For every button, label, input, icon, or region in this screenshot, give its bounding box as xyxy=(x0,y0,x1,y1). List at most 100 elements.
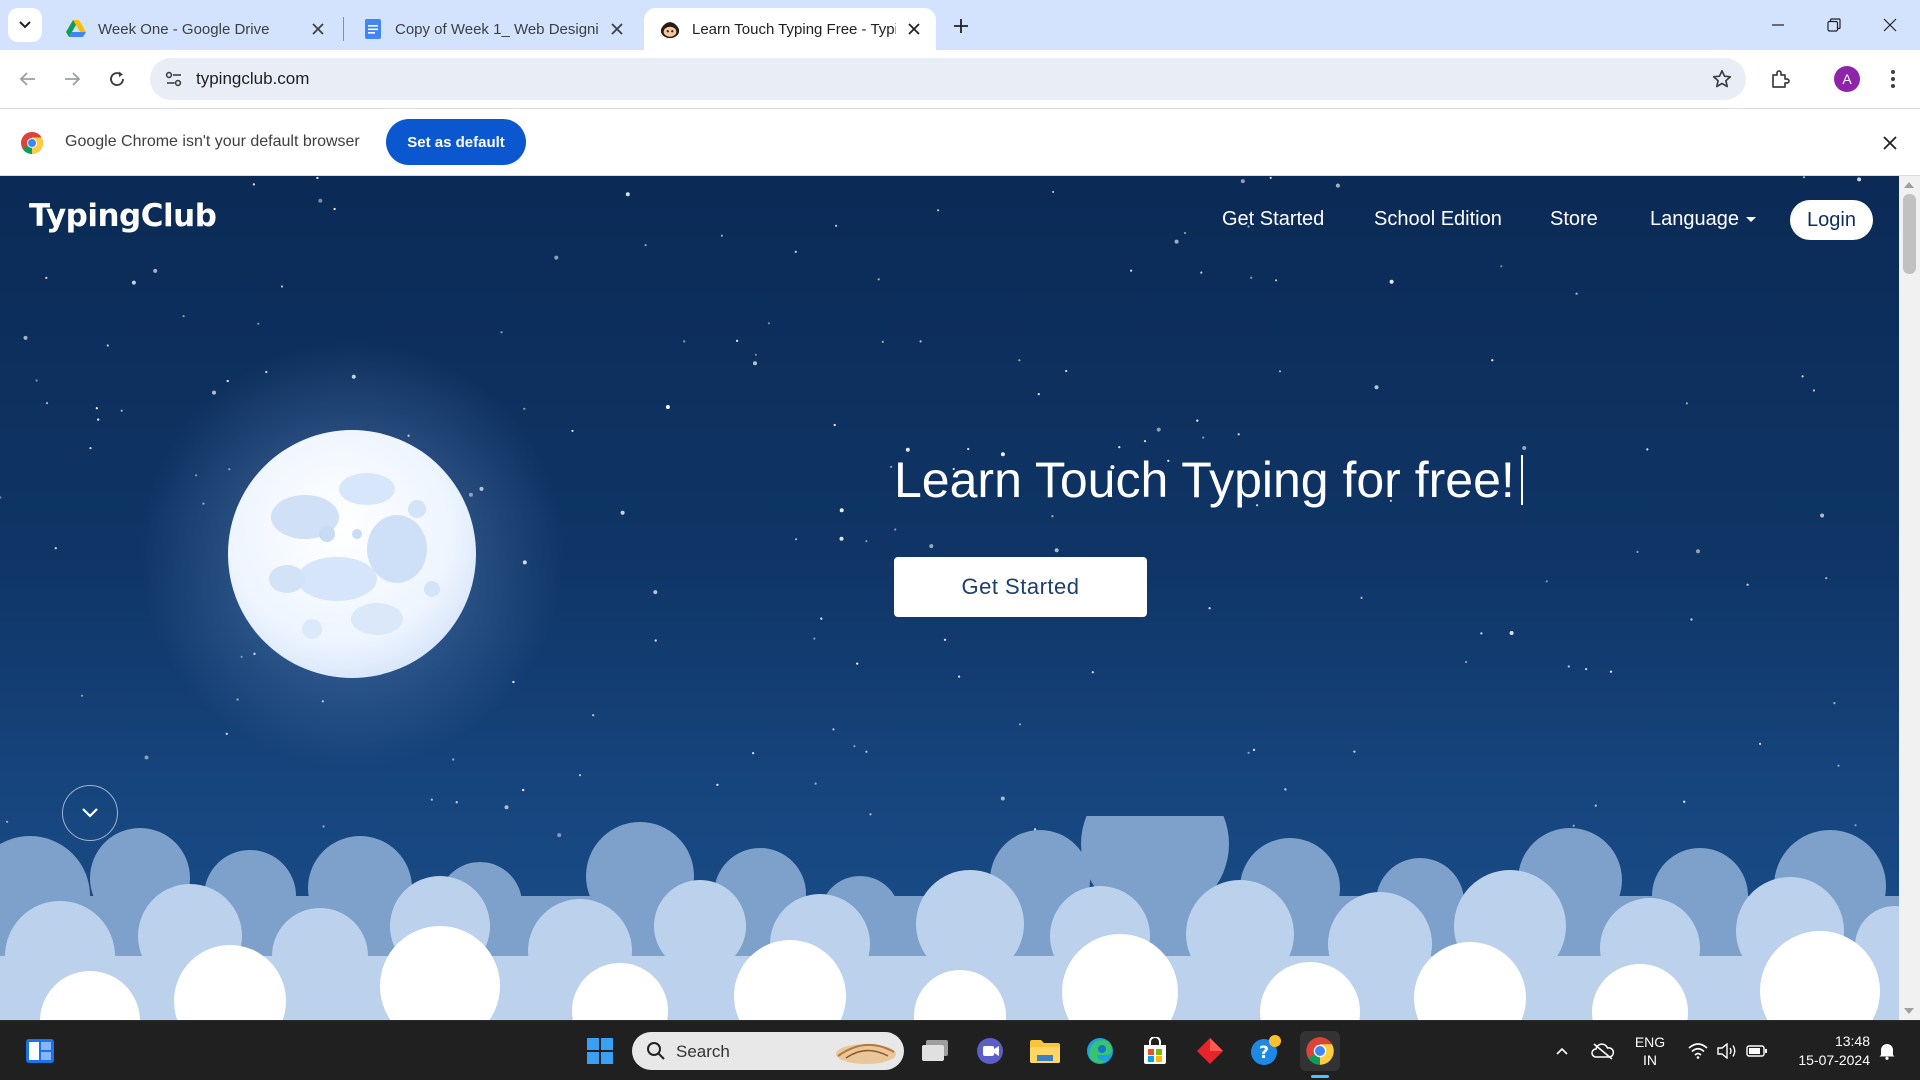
login-button[interactable]: Login xyxy=(1790,200,1873,240)
new-tab-button[interactable] xyxy=(946,11,976,41)
scroll-down-arrow-icon[interactable] xyxy=(1904,1008,1914,1014)
star xyxy=(280,285,284,288)
back-button[interactable] xyxy=(10,61,46,97)
profile-avatar[interactable]: A xyxy=(1834,66,1860,92)
star xyxy=(252,183,255,186)
star xyxy=(106,344,109,347)
widgets-icon xyxy=(26,1039,54,1063)
star xyxy=(644,244,647,247)
tab-search-button[interactable] xyxy=(8,8,42,42)
close-icon xyxy=(1883,18,1897,32)
star xyxy=(1174,239,1179,244)
language-code: ENG xyxy=(1634,1034,1666,1050)
nav-store[interactable]: Store xyxy=(1550,208,1598,231)
star xyxy=(881,340,884,343)
start-button[interactable] xyxy=(580,1031,620,1071)
microsoft-store-button[interactable] xyxy=(1135,1031,1175,1071)
scrollbar-thumb[interactable] xyxy=(1903,194,1916,274)
star xyxy=(1156,427,1161,432)
get-help-button[interactable]: ? xyxy=(1245,1031,1285,1071)
star xyxy=(1545,580,1548,583)
star xyxy=(958,675,961,678)
star xyxy=(736,339,739,342)
close-tab-icon[interactable] xyxy=(902,17,926,41)
set-as-default-button[interactable]: Set as default xyxy=(386,119,526,165)
star xyxy=(1196,419,1199,422)
close-tab-icon[interactable] xyxy=(605,17,629,41)
chevron-up-icon xyxy=(1556,1047,1568,1055)
edge-button[interactable] xyxy=(1080,1031,1120,1071)
site-info-icon[interactable] xyxy=(160,65,188,93)
star xyxy=(1646,448,1649,451)
star xyxy=(752,752,755,755)
close-tab-icon[interactable] xyxy=(306,17,330,41)
widgets-button[interactable] xyxy=(20,1031,60,1071)
star xyxy=(835,224,838,227)
bell-icon xyxy=(1879,1044,1895,1060)
star xyxy=(1130,269,1133,272)
restore-button[interactable] xyxy=(1806,0,1862,50)
input-language-indicator[interactable]: ENG IN xyxy=(1622,1021,1678,1080)
volume-status[interactable] xyxy=(1713,1021,1741,1080)
tab-typingclub[interactable]: Learn Touch Typing Free - TypingClub xyxy=(644,8,936,50)
back-arrow-icon xyxy=(19,72,35,86)
star xyxy=(1522,446,1527,450)
typingclub-logo[interactable]: TypingClub xyxy=(29,198,217,234)
file-explorer-button[interactable] xyxy=(1025,1031,1065,1071)
hero-get-started-button[interactable]: Get Started xyxy=(894,557,1147,617)
minimize-icon xyxy=(1772,24,1784,26)
bookmark-star-icon[interactable] xyxy=(1708,65,1736,93)
star xyxy=(1202,436,1205,439)
chrome-menu-button[interactable] xyxy=(1875,61,1911,97)
star xyxy=(865,540,868,543)
typingclub-page: TypingClub Get Started School Edition St… xyxy=(0,176,1899,1020)
star xyxy=(1567,665,1570,668)
star xyxy=(753,361,757,366)
star xyxy=(1208,607,1211,610)
star xyxy=(1825,577,1828,580)
windows-taskbar: Search ? ENG IN 13:48 15-07-2024 xyxy=(0,1020,1920,1080)
wifi-status[interactable] xyxy=(1684,1021,1712,1080)
nav-school-edition[interactable]: School Edition xyxy=(1374,208,1502,231)
chrome-taskbar-button[interactable] xyxy=(1300,1031,1340,1071)
star xyxy=(80,694,84,697)
page-scrollbar[interactable] xyxy=(1899,176,1920,1020)
star xyxy=(654,639,657,642)
star xyxy=(1143,440,1147,443)
star xyxy=(754,353,758,356)
star xyxy=(856,662,859,665)
address-bar[interactable]: typingclub.com xyxy=(150,58,1746,100)
close-window-button[interactable] xyxy=(1862,0,1918,50)
active-app-indicator xyxy=(1311,1075,1329,1078)
close-infobar-button[interactable] xyxy=(1878,131,1902,155)
nav-get-started[interactable]: Get Started xyxy=(1222,208,1324,231)
chevron-down-icon xyxy=(19,21,31,29)
clock[interactable]: 13:48 15-07-2024 xyxy=(1778,1021,1870,1080)
nav-language-dropdown[interactable]: Language xyxy=(1650,208,1756,231)
star xyxy=(832,728,835,731)
extensions-button[interactable] xyxy=(1762,61,1798,97)
battery-status[interactable] xyxy=(1742,1021,1772,1080)
notifications-button[interactable] xyxy=(1872,1021,1902,1080)
battery-icon xyxy=(1746,1045,1767,1057)
red-app-button[interactable] xyxy=(1190,1031,1230,1071)
star xyxy=(571,429,574,432)
reload-button[interactable] xyxy=(99,61,135,97)
store-icon xyxy=(1144,1037,1166,1064)
show-hidden-icons-button[interactable] xyxy=(1548,1021,1576,1080)
onedrive-tray-button[interactable] xyxy=(1588,1021,1618,1080)
forward-arrow-icon xyxy=(65,72,81,86)
star xyxy=(720,234,724,237)
scroll-up-arrow-icon[interactable] xyxy=(1904,182,1914,188)
taskbar-search-box[interactable]: Search xyxy=(632,1032,904,1070)
minimize-button[interactable] xyxy=(1750,0,1806,50)
tab-google-docs[interactable]: Copy of Week 1_ Web Designing xyxy=(347,8,639,50)
region-code: IN xyxy=(1643,1052,1657,1068)
forward-button[interactable] xyxy=(54,61,90,97)
teams-button[interactable] xyxy=(970,1031,1010,1071)
tab-google-drive[interactable]: Week One - Google Drive xyxy=(50,8,340,50)
task-view-button[interactable] xyxy=(915,1031,955,1071)
search-icon xyxy=(647,1042,665,1060)
star xyxy=(1690,618,1693,621)
star xyxy=(1054,548,1059,553)
